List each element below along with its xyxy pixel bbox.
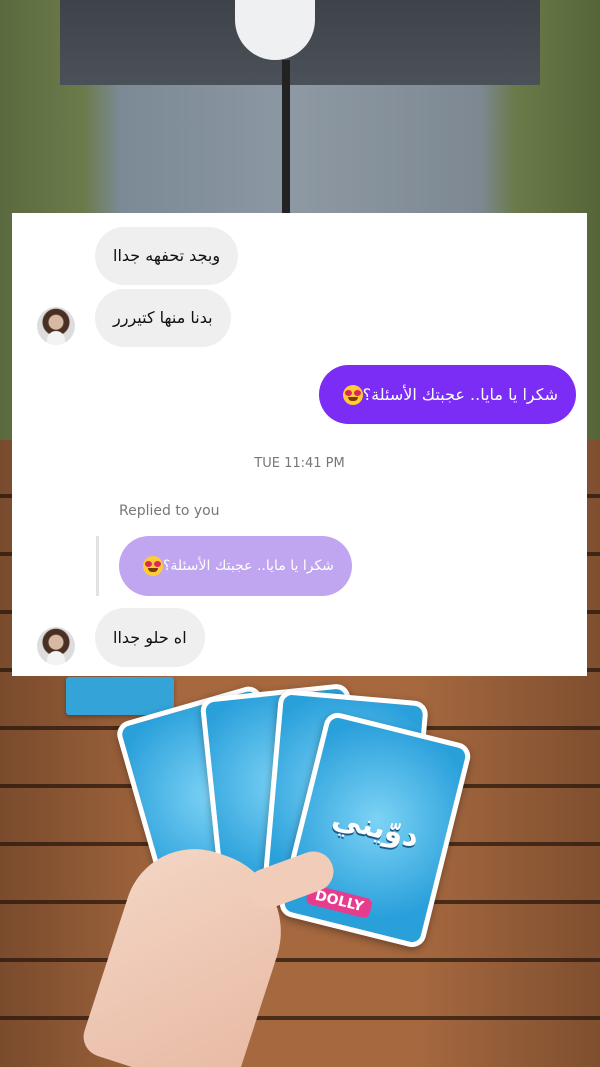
- message-bubble-incoming: بدنا منها كتيررر: [95, 289, 231, 347]
- jacket-zipper: [282, 60, 290, 220]
- card-logo: دوّيني: [328, 799, 423, 856]
- avatar[interactable]: [37, 627, 75, 665]
- replied-label: Replied to you: [119, 503, 220, 519]
- message-text: بدنا منها كتيررر: [113, 308, 213, 327]
- message-bubble-outgoing: شكرا يا مايا.. عجبتك الأسئلة؟: [318, 365, 576, 424]
- heart-eyes-emoji-icon: [342, 384, 363, 405]
- avatar[interactable]: [37, 307, 75, 345]
- message-bubble-incoming: وبجد تحفهه جداا: [95, 227, 239, 285]
- chat-panel: وبجد تحفهه جداا بدنا منها كتيررر شكرا يا…: [12, 213, 587, 676]
- reply-quote-bar: [96, 536, 99, 596]
- message-timestamp: TUE 11:41 PM: [254, 456, 345, 471]
- quoted-message[interactable]: شكرا يا مايا.. عجبتك الأسئلة؟: [119, 536, 352, 596]
- quoted-text: شكرا يا مايا.. عجبتك الأسئلة؟: [163, 558, 334, 574]
- message-text: شكرا يا مايا.. عجبتك الأسئلة؟: [362, 384, 558, 404]
- card-box: [66, 677, 174, 715]
- message-bubble-incoming: اه حلو جداا: [95, 608, 205, 667]
- heart-eyes-emoji-icon: [143, 556, 163, 576]
- message-text: اه حلو جداا: [113, 627, 187, 647]
- message-text: وبجد تحفهه جداا: [113, 246, 221, 265]
